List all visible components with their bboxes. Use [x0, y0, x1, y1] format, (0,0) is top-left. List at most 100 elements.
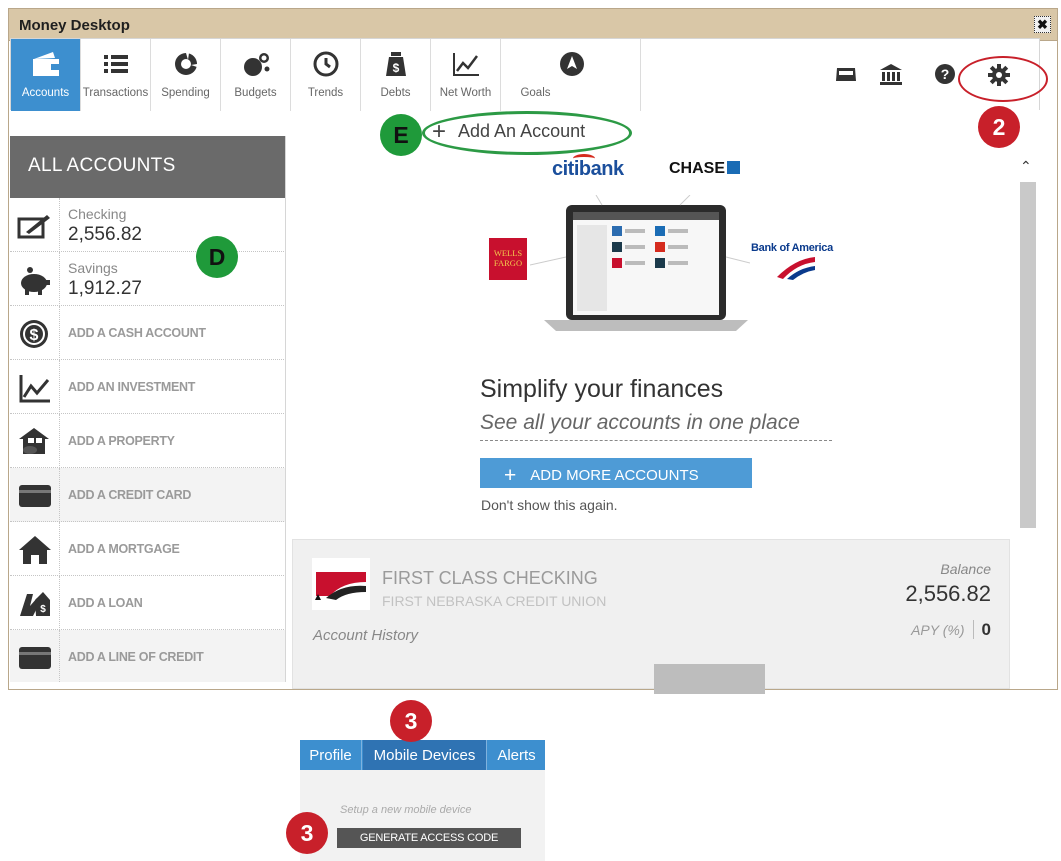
add-account-highlight-ring — [422, 111, 632, 155]
sidebar-icon-cell — [10, 414, 60, 468]
svg-text:$: $ — [30, 327, 39, 344]
tab-accounts[interactable]: Accounts — [11, 39, 81, 111]
checkbook-icon — [17, 215, 50, 239]
sidebar-item-add-investment[interactable]: ADD AN INVESTMENT — [10, 360, 285, 414]
account-card-name: FIRST CLASS CHECKING — [382, 568, 598, 588]
apy-value: 0 — [972, 620, 991, 639]
step-badge-3-tab: 3 — [390, 700, 432, 742]
tab-profile[interactable]: Profile — [300, 740, 362, 770]
dollar-coin-icon: $ — [20, 320, 48, 348]
chevron-up-icon[interactable]: ⌃ — [1020, 158, 1032, 175]
sidebar-item-label: ADD A PROPERTY — [68, 434, 175, 448]
tab-trends[interactable]: Trends — [291, 39, 361, 111]
accounts-sidebar: ALL ACCOUNTS Checking 2,556.82 Savings 1… — [10, 136, 286, 682]
sidebar-icon-cell — [10, 252, 60, 306]
sidebar-icon-cell — [10, 522, 60, 576]
bank-icon[interactable] — [879, 63, 903, 85]
step-badge-3-button: 3 — [286, 812, 328, 854]
sidebar-icon-cell — [10, 360, 60, 414]
fargo-text: FARGO — [493, 258, 523, 268]
tab-mobile-devices[interactable]: Mobile Devices — [363, 740, 487, 770]
compass-icon — [560, 52, 584, 76]
screenshot-stage: Money Desktop ✖ Accounts Transactions Sp… — [0, 0, 1061, 861]
add-more-label: ADD MORE ACCOUNTS — [530, 467, 699, 484]
settings-tabs: Profile Mobile Devices Alerts — [300, 740, 545, 770]
main-nav: Accounts Transactions Spending Budgets T… — [10, 38, 1040, 111]
house-icon — [19, 536, 51, 564]
citi-arc-icon — [573, 154, 595, 163]
title-bar: Money Desktop ✖ — [9, 9, 1057, 41]
tab-budgets[interactable]: Budgets — [221, 39, 291, 111]
sidebar-item-add-property[interactable]: ADD A PROPERTY — [10, 414, 285, 468]
tab-net-worth[interactable]: Net Worth — [431, 39, 501, 111]
sidebar-icon-cell: $ — [10, 306, 60, 360]
credit-line-icon — [19, 647, 51, 669]
sidebar-item-label: ADD AN INVESTMENT — [68, 380, 196, 394]
sidebar-header: ALL ACCOUNTS — [10, 136, 285, 198]
sidebar-icon-cell: $ — [10, 576, 60, 630]
tab-spending[interactable]: Spending — [151, 39, 221, 111]
sidebar-item-label: ADD A LINE OF CREDIT — [68, 650, 204, 664]
dont-show-again-link[interactable]: Don't show this again. — [481, 497, 618, 513]
add-more-accounts-button[interactable]: + ADD MORE ACCOUNTS — [480, 458, 752, 488]
svg-text:$: $ — [40, 604, 46, 615]
sidebar-item-label: ADD A CASH ACCOUNT — [68, 326, 206, 340]
tab-goals[interactable]: Goals — [501, 39, 641, 111]
sidebar-icon-cell — [10, 468, 60, 522]
sidebar-item-add-loan[interactable]: $ ADD A LOAN — [10, 576, 285, 630]
main-scrollbar[interactable]: ⌃ — [1018, 152, 1036, 682]
sidebar-item-savings[interactable]: Savings 1,912.27 — [10, 252, 285, 306]
sidebar-item-add-cash[interactable]: $ ADD A CASH ACCOUNT — [10, 306, 285, 360]
sidebar-item-checking[interactable]: Checking 2,556.82 — [10, 198, 285, 252]
sidebar-item-add-line-of-credit[interactable]: ADD A LINE OF CREDIT — [10, 630, 285, 682]
tab-label: Budgets — [234, 87, 277, 99]
boa-text: Bank of America — [751, 242, 833, 254]
list-icon — [103, 55, 128, 73]
clock-icon — [313, 51, 338, 77]
help-icon[interactable]: ? — [934, 63, 956, 85]
marker-e: E — [380, 114, 422, 156]
setup-device-hint: Setup a new mobile device — [340, 804, 472, 816]
settings-snippet: Profile Mobile Devices Alerts Setup a ne… — [300, 740, 545, 861]
close-icon[interactable]: ✖ — [1034, 16, 1051, 33]
tab-label: Accounts — [21, 87, 70, 99]
piggy-bank-icon — [21, 267, 50, 295]
chase-text: CHASE — [669, 160, 726, 177]
pie-icon — [174, 53, 197, 75]
institution-logo — [312, 558, 370, 610]
citibank-logo: citibank — [552, 154, 624, 181]
balance-label: Balance — [940, 561, 991, 577]
scrollbar-thumb[interactable] — [1020, 182, 1036, 528]
sidebar-item-label: ADD A CREDIT CARD — [68, 488, 192, 502]
step-badge-2: 2 — [978, 106, 1020, 148]
sidebar-item-add-credit-card[interactable]: ADD A CREDIT CARD — [10, 468, 285, 522]
window-title: Money Desktop — [19, 17, 130, 34]
tab-alerts[interactable]: Alerts — [488, 740, 545, 770]
generate-access-code-button[interactable]: GENERATE ACCESS CODE — [337, 828, 521, 848]
svg-text:?: ? — [941, 66, 950, 82]
balance-value: 2,556.82 — [905, 581, 991, 606]
boa-flag-icon — [777, 257, 815, 280]
tab-debts[interactable]: $ Debts — [361, 39, 431, 111]
account-balance: 2,556.82 — [68, 224, 142, 245]
tab-label: Transactions — [82, 87, 149, 99]
money-bag-icon: $ — [385, 52, 406, 76]
bubbles-icon — [243, 53, 269, 76]
sidebar-item-add-mortgage[interactable]: ADD A MORTGAGE — [10, 522, 285, 576]
inbox-icon[interactable] — [835, 65, 857, 83]
tab-label: Spending — [161, 87, 210, 99]
laptop-illustration-icon — [530, 195, 750, 331]
plus-icon: + — [504, 464, 517, 487]
hero-title: Simplify your finances — [480, 375, 724, 403]
account-card-institution: FIRST NEBRASKA CREDIT UNION — [382, 593, 607, 609]
tab-transactions[interactable]: Transactions — [81, 39, 151, 111]
account-card[interactable]: FIRST CLASS CHECKING FIRST NEBRASKA CRED… — [292, 539, 1010, 694]
sidebar-item-label: ADD A LOAN — [68, 596, 143, 610]
sidebar-item-label: ADD A MORTGAGE — [68, 542, 180, 556]
apy-label: APY (%) — [911, 622, 965, 638]
wells-text: WELLS — [493, 248, 523, 258]
sidebar-icon-cell — [10, 630, 60, 682]
account-history-label: Account History — [313, 627, 419, 644]
tab-label: Net Worth — [439, 87, 492, 99]
credit-union-logo-icon — [315, 572, 366, 600]
